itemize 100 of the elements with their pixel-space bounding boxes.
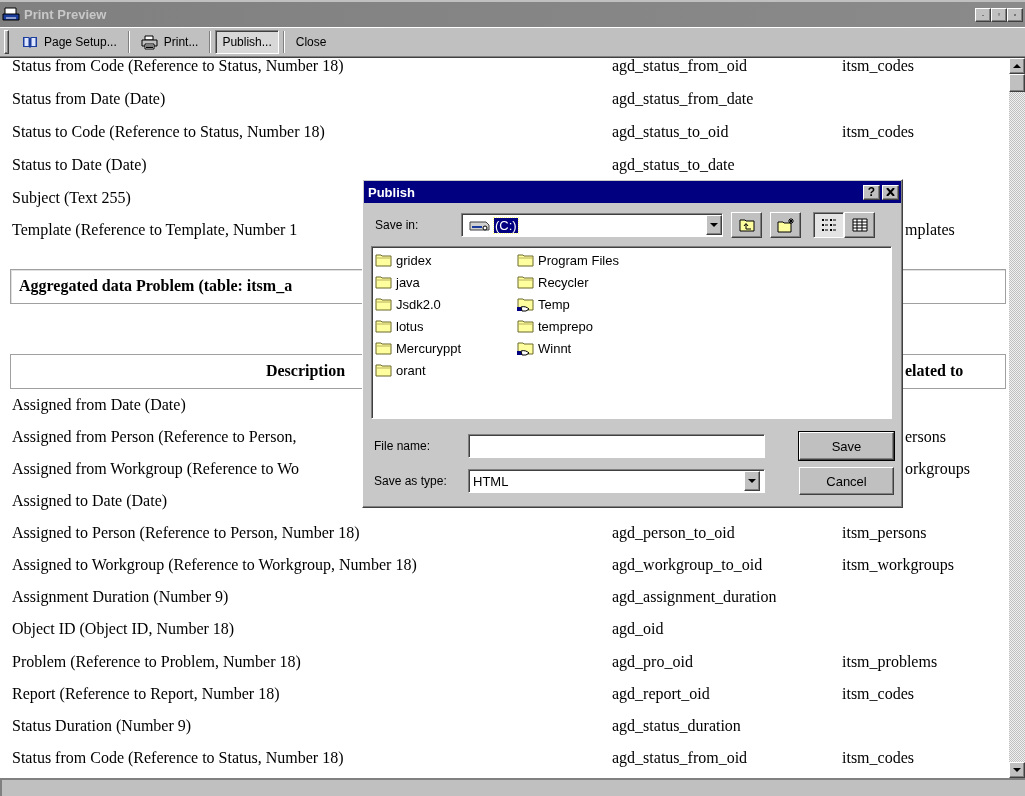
toolbar-button[interactable]: Publish... <box>215 30 279 54</box>
section-title: Aggregated data Problem (table: itsm_a <box>18 277 293 296</box>
file-name-field[interactable] <box>468 434 765 458</box>
description-cell-text: Subject (Text 255) <box>11 188 131 207</box>
shared-folder-icon <box>517 340 534 356</box>
description-cell-text: Status from Code (Reference to Status, Number 18) <box>11 748 344 767</box>
column-header: elated to <box>905 362 964 381</box>
related-table-cell-text: itsm_persons <box>841 524 927 543</box>
folder-icon <box>375 341 392 355</box>
description-cell-text: Template (Reference to Template, Number 1 <box>11 221 298 240</box>
scroll-down-button[interactable] <box>1009 762 1025 778</box>
book-icon <box>22 35 38 49</box>
file-type-label: Save as type: <box>374 474 448 488</box>
close-button[interactable] <box>1007 7 1023 22</box>
field-name-cell-text: agd_status_duration <box>611 716 741 735</box>
field-name-cell-text: agd_status_from_oid <box>611 58 748 76</box>
drive-label: (C:) <box>494 217 518 233</box>
description-cell-text: Status to Date (Date) <box>11 155 147 174</box>
file-name-label: File name: <box>374 439 432 453</box>
related-table-cell: ersons <box>905 427 946 446</box>
help-button[interactable]: ? <box>863 184 880 200</box>
field-name-cell-text: agd_oid <box>611 620 664 639</box>
maximize-button[interactable] <box>991 7 1007 22</box>
description-cell-text: Status to Code (Reference to Status, Number 18) <box>11 123 325 141</box>
field-name-cell-text: agd_workgroup_to_oid <box>611 556 763 575</box>
folder-item[interactable]: Recycler <box>538 274 589 290</box>
toolbar-button[interactable]: Page Setup... <box>15 30 124 54</box>
folder-icon <box>375 319 392 333</box>
description-cell-text: Problem (Reference to Problem, Number 18) <box>11 652 301 671</box>
app-icon[interactable] <box>2 6 20 23</box>
field-name-cell-text: agd_pro_oid <box>611 652 693 671</box>
folder-item[interactable]: Jsdk2.0 <box>396 296 441 312</box>
folder-item[interactable]: gridex <box>396 252 432 268</box>
shared-folder-icon <box>517 296 534 312</box>
related-table-cell-text: itsm_codes <box>841 123 914 141</box>
related-table-cell: orkgroups <box>905 460 970 478</box>
folder-item[interactable]: temprepo <box>538 318 593 334</box>
field-name-cell-text: agd_assignment_duration <box>611 588 777 607</box>
field-name-cell-text: agd_person_to_oid <box>611 524 735 543</box>
folder-icon <box>375 275 392 289</box>
description-cell-text: Assigned to Person (Reference to Person, Number 18) <box>11 524 360 543</box>
folder-icon <box>375 363 392 377</box>
file-type-dropdown[interactable]: HTML <box>468 469 765 493</box>
folder-icon <box>375 297 392 311</box>
related-table-cell-text: itsm_problems <box>841 652 938 671</box>
field-name-cell-text: agd_report_oid <box>611 684 710 703</box>
details-view-button[interactable] <box>844 212 875 238</box>
field-name-cell-text: agd_status_to_date <box>611 155 735 174</box>
description-cell-text: Assignment Duration (Number 9) <box>11 588 229 607</box>
related-table-cell: mplates <box>905 221 955 240</box>
related-table-cell-text: itsm_codes <box>841 684 914 703</box>
folder-item[interactable]: Program Files <box>538 252 619 268</box>
field-name-cell-text: agd_status_from_oid <box>611 748 748 767</box>
description-cell-text: Status Duration (Number 9) <box>11 716 192 735</box>
related-table-cell-text: itsm_codes <box>841 58 914 76</box>
down-arrow-icon <box>1013 767 1021 773</box>
related-table-cell-text: itsm_codes <box>841 748 914 767</box>
folder-item[interactable]: java <box>396 274 420 290</box>
scroll-up-button[interactable] <box>1009 58 1025 74</box>
folder-icon <box>517 319 534 333</box>
folder-icon <box>375 253 392 267</box>
related-table-cell-text: itsm_workgroups <box>841 556 954 575</box>
list-view-button[interactable] <box>813 212 844 238</box>
save-in-label: Save in: <box>375 218 420 232</box>
new-folder-icon <box>776 217 795 233</box>
folder-icon <box>517 275 534 289</box>
folder-item[interactable]: Mercuryppt <box>396 340 462 356</box>
drive-icon <box>468 218 490 232</box>
details-view-icon <box>851 218 868 232</box>
field-name-cell-text: agd_status_to_oid <box>611 123 729 141</box>
save-in-dropdown[interactable]: (C:) <box>461 213 723 237</box>
description-cell-text: Assigned from Date (Date) <box>11 395 186 414</box>
description-cell-text: Object ID (Object ID, Number 18) <box>11 620 235 639</box>
list-view-icon <box>820 218 837 232</box>
toolbar-grip[interactable] <box>4 30 9 54</box>
folder-item[interactable]: Winnt <box>538 340 572 356</box>
up-folder-icon <box>738 218 755 232</box>
dialog-button[interactable]: Save <box>799 432 894 460</box>
minimize-button[interactable] <box>975 7 991 22</box>
new-folder-button[interactable] <box>770 212 801 238</box>
toolbar-button[interactable]: Close <box>288 30 334 54</box>
vertical-scrollbar[interactable] <box>1009 58 1025 778</box>
description-cell-text: Assigned to Date (Date) <box>11 492 168 511</box>
folder-item[interactable]: orant <box>396 362 426 378</box>
description-cell-text: Status from Date (Date) <box>11 90 166 109</box>
folder-item[interactable]: lotus <box>396 318 424 334</box>
description-cell-text: Assigned from Workgroup (Reference to Wo <box>11 460 299 478</box>
folder-item[interactable]: Temp <box>538 296 570 312</box>
close-button[interactable] <box>882 184 899 200</box>
toolbar-button[interactable]: Print... <box>133 30 206 54</box>
printer-icon <box>140 34 158 50</box>
description-cell-text: Report (Reference to Report, Number 18) <box>11 684 280 703</box>
up-folder-button[interactable] <box>731 212 762 238</box>
scroll-thumb[interactable] <box>1009 74 1025 92</box>
field-name-cell-text: agd_status_from_date <box>611 90 754 109</box>
window-title: Print Preview <box>24 7 108 22</box>
dialog-button[interactable]: Cancel <box>799 467 894 495</box>
description-cell-text: Status from Code (Reference to Status, Number 18) <box>11 58 344 76</box>
folder-icon <box>517 253 534 267</box>
dialog-title: Publish <box>368 184 416 200</box>
